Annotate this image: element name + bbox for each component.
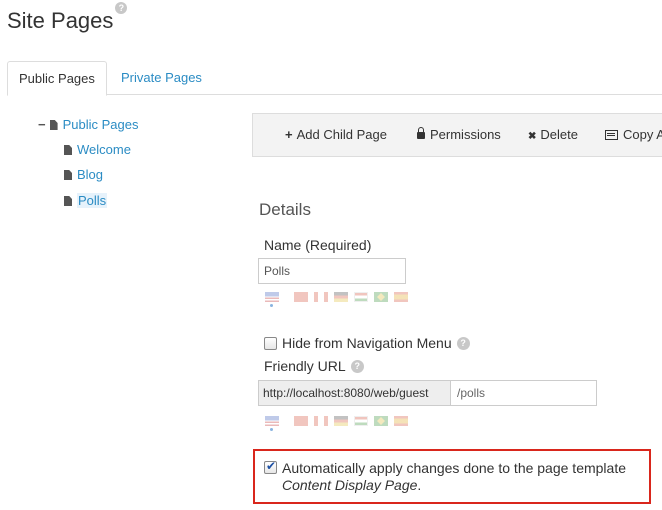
es-flag-icon[interactable] bbox=[394, 416, 408, 426]
name-language-flags bbox=[265, 292, 415, 307]
delete-button[interactable]: ✖ Delete bbox=[528, 114, 578, 156]
selected-language-indicator bbox=[270, 428, 273, 431]
document-icon bbox=[64, 196, 72, 206]
hu-flag-icon[interactable] bbox=[354, 416, 368, 426]
cn-flag-icon[interactable] bbox=[294, 292, 308, 302]
selected-language-indicator bbox=[270, 304, 273, 307]
collapse-icon[interactable]: − bbox=[38, 117, 46, 132]
hu-flag-icon[interactable] bbox=[354, 292, 368, 302]
permissions-button[interactable]: Permissions bbox=[417, 114, 501, 156]
template-name: Content Display Page. bbox=[282, 477, 421, 493]
tree-item-polls[interactable]: Polls bbox=[77, 193, 108, 208]
friendly-url-group: http://localhost:8080/web/guest /polls bbox=[258, 380, 597, 406]
add-child-page-button[interactable]: + Add Child Page bbox=[285, 114, 387, 156]
tree-item: Polls bbox=[64, 192, 108, 210]
friendly-url-label: Friendly URL? bbox=[264, 358, 364, 374]
copy-button[interactable]: Copy A bbox=[605, 114, 662, 156]
details-heading: Details bbox=[259, 200, 311, 219]
tree-item-welcome[interactable]: Welcome bbox=[77, 142, 131, 157]
help-icon[interactable]: ? bbox=[115, 2, 128, 14]
br-flag-icon[interactable] bbox=[374, 416, 388, 426]
help-icon[interactable]: ? bbox=[350, 360, 364, 373]
de-flag-icon[interactable] bbox=[334, 416, 348, 426]
lock-icon bbox=[417, 127, 425, 139]
permissions-label: Permissions bbox=[430, 127, 501, 142]
page-tabs: Public Pages Private Pages bbox=[7, 61, 662, 96]
template-name-suffix: . bbox=[417, 477, 422, 493]
name-input[interactable]: Polls bbox=[258, 258, 406, 284]
document-icon bbox=[49, 120, 58, 130]
name-label: Name (Required) bbox=[264, 237, 372, 253]
document-icon bbox=[64, 170, 72, 180]
page-title-text: Site Pages bbox=[7, 8, 114, 33]
page-toolbar: + Add Child Page Permissions ✖ Delete Copy… bbox=[252, 113, 662, 157]
tab-private-pages[interactable]: Private Pages bbox=[110, 61, 213, 95]
hide-from-nav-text: Hide from Navigation Menu bbox=[282, 335, 452, 351]
friendly-url-text: Friendly URL bbox=[264, 358, 346, 374]
tab-public-pages[interactable]: Public Pages bbox=[7, 61, 107, 96]
auto-apply-template-checkbox[interactable] bbox=[264, 459, 277, 474]
close-icon: ✖ bbox=[528, 131, 537, 142]
ca-flag-icon[interactable] bbox=[314, 416, 328, 426]
tree-item: Blog bbox=[64, 166, 103, 184]
friendly-url-input[interactable]: /polls bbox=[451, 381, 596, 405]
copy-icon bbox=[605, 130, 618, 140]
us-flag-icon[interactable] bbox=[265, 292, 279, 302]
auto-apply-label: Automatically apply changes done to the … bbox=[282, 460, 627, 476]
us-flag-icon[interactable] bbox=[265, 416, 279, 426]
delete-label: Delete bbox=[540, 127, 578, 142]
tree-item: Welcome bbox=[64, 141, 131, 159]
document-icon bbox=[64, 145, 72, 155]
tree-item-blog[interactable]: Blog bbox=[77, 167, 103, 182]
br-flag-icon[interactable] bbox=[374, 292, 388, 302]
hide-from-nav-label: Hide from Navigation Menu? bbox=[282, 335, 470, 351]
de-flag-icon[interactable] bbox=[334, 292, 348, 302]
add-child-page-label: Add Child Page bbox=[296, 127, 387, 142]
hide-from-nav-checkbox[interactable] bbox=[264, 337, 277, 350]
cn-flag-icon[interactable] bbox=[294, 416, 308, 426]
help-icon[interactable]: ? bbox=[456, 337, 470, 350]
url-language-flags bbox=[265, 416, 415, 431]
copy-label: Copy A bbox=[623, 127, 662, 142]
tree-item-public-pages[interactable]: Public Pages bbox=[63, 117, 139, 132]
ca-flag-icon[interactable] bbox=[314, 292, 328, 302]
plus-icon: + bbox=[285, 127, 293, 142]
page-title: Site Pages? bbox=[7, 2, 128, 34]
template-name-text: Content Display Page bbox=[282, 477, 418, 493]
tree-root: − Public Pages bbox=[38, 116, 138, 134]
es-flag-icon[interactable] bbox=[394, 292, 408, 302]
url-prefix: http://localhost:8080/web/guest bbox=[259, 381, 451, 405]
